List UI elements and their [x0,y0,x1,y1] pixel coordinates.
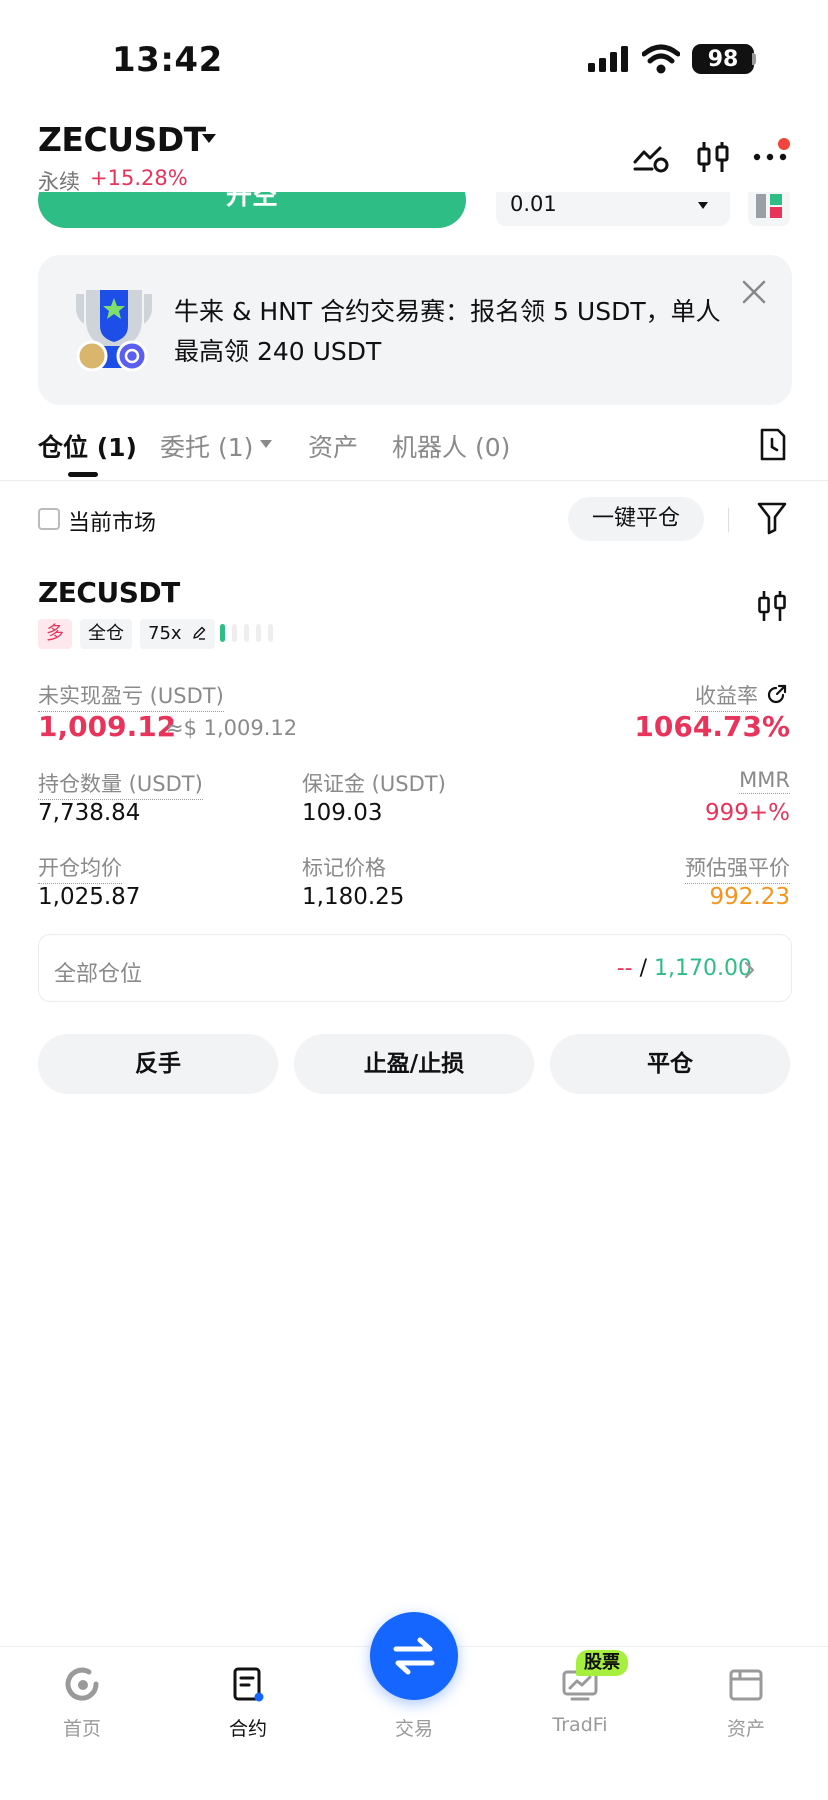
swap-arrows-icon [393,1637,435,1675]
order-row: 开空 0.01 [0,192,828,230]
share-icon[interactable] [766,683,788,705]
candlestick-chart-icon[interactable] [694,138,732,176]
risk-level-segment [232,624,237,642]
risk-level-segment [244,624,249,642]
pair-title[interactable]: ZECUSDT [38,120,206,159]
trade-button[interactable] [370,1612,458,1700]
contract-icon[interactable] [228,1664,268,1704]
chevron-down-icon [698,202,708,209]
close-position-button[interactable]: 平仓 [550,1034,790,1094]
roi-label[interactable]: 收益率 [695,680,758,712]
pair-dropdown-icon[interactable] [202,134,216,143]
close-all-button[interactable]: 一键平仓 [568,497,704,541]
edit-icon [193,626,206,640]
mmr-label[interactable]: MMR [739,768,790,794]
roi-value: 1064.73% [634,710,790,743]
all-positions-short: -- [616,956,633,981]
side-badge: 多 [38,619,72,649]
trophy-icon [76,290,152,372]
all-positions-label: 全部仓位 [54,962,143,987]
price-change: +15.28% [90,166,188,190]
chevron-down-icon[interactable] [260,440,272,448]
mark-price-value: 1,180.25 [302,884,405,910]
liq-price-value: 992.23 [709,884,790,910]
current-market-label[interactable]: 当前市场 [68,505,156,537]
unrealized-pnl-value: 1,009.12 [38,710,177,743]
unrealized-pnl-label[interactable]: 未实现盈亏 (USDT) [38,680,224,712]
banner-text: 牛来 & HNT 合约交易赛：报名领 5 USDT，单人最高领 240 USDT [174,297,721,366]
unrealized-pnl-usd: ≈$ 1,009.12 [166,716,298,740]
price-alert-icon[interactable] [632,138,670,176]
risk-level-segment [256,624,261,642]
tpsl-button[interactable]: 止盈/止损 [294,1034,534,1094]
status-time: 13:42 [112,40,223,80]
margin-mode-badge: 全仓 [80,619,132,649]
leverage-badge[interactable]: 75x [140,619,216,649]
orderbook-layout-icon[interactable] [748,192,790,226]
wallet-icon[interactable] [726,1664,766,1704]
nav-assets-label[interactable]: 资产 [686,1714,806,1741]
open-short-button[interactable]: 开空 [38,192,466,228]
nav-trade-label[interactable]: 交易 [354,1714,474,1741]
tab-orders[interactable]: 委托 (1) [160,428,253,464]
position-size-label[interactable]: 持仓数量 (USDT) [38,768,203,800]
home-icon[interactable] [62,1664,102,1704]
tab-bots[interactable]: 机器人 (0) [392,428,510,464]
nav-contract-label[interactable]: 合约 [188,1714,308,1741]
risk-level-segment [268,624,273,642]
close-icon[interactable] [740,278,768,306]
entry-price-label[interactable]: 开仓均价 [38,852,122,884]
candlestick-chart-icon[interactable] [756,588,788,624]
tab-assets[interactable]: 资产 [308,428,358,464]
chevron-right-icon [744,961,755,979]
active-tab-indicator [68,472,98,477]
leverage-value: 75x [148,623,182,644]
wifi-icon [642,44,680,74]
position-symbol[interactable]: ZECUSDT [38,576,180,609]
stocks-badge: 股票 [576,1650,628,1676]
cellular-signal-icon [588,46,628,72]
quantity-select[interactable]: 0.01 [496,192,730,226]
quantity-value: 0.01 [510,192,557,216]
nav-tradfi-label[interactable]: TradFi [520,1714,640,1736]
reverse-button[interactable]: 反手 [38,1034,278,1094]
notification-dot [778,138,790,150]
nav-home-label[interactable]: 首页 [22,1714,142,1741]
filter-icon[interactable] [756,500,788,536]
margin-value: 109.03 [302,800,383,826]
risk-level-segment [220,624,225,642]
mark-price-label: 标记价格 [302,856,386,880]
margin-label: 保证金 (USDT) [302,772,446,796]
liq-price-label[interactable]: 预估强平价 [685,852,790,884]
current-market-checkbox[interactable] [38,508,60,530]
tab-positions[interactable]: 仓位 (1) [38,428,137,464]
all-positions-long: 1,170.00 [654,956,752,981]
all-positions-separator: / [632,956,655,981]
position-size-value: 7,738.84 [38,800,141,826]
divider [728,508,729,532]
history-document-icon[interactable] [756,428,788,462]
divider [0,480,828,481]
battery-indicator: 98 [692,44,754,74]
mmr-value: 999+% [704,800,790,826]
battery-tip [752,53,756,65]
all-positions-value: -- / 1,170.00 [617,956,752,981]
entry-price-value: 1,025.87 [38,884,141,910]
